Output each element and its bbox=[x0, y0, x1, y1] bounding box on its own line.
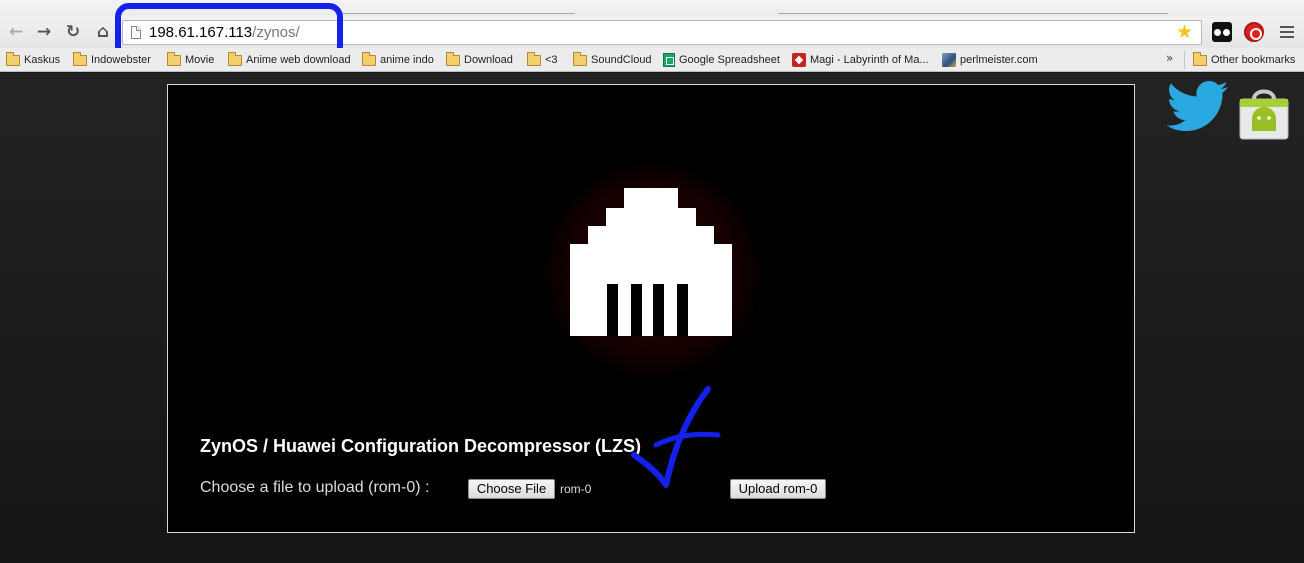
star-icon[interactable]: ★ bbox=[1176, 21, 1193, 43]
browser-toolbar: ← → ↻ ⌂ 198.61.167.113/zynos/ ★ bbox=[0, 16, 1304, 48]
bookmark-item[interactable]: perlmeister.com bbox=[942, 52, 1038, 68]
forward-arrow-icon[interactable]: → bbox=[34, 22, 54, 42]
page-content: ZynOS / Huawei Configuration Decompresso… bbox=[0, 73, 1304, 563]
page-title: ZynOS / Huawei Configuration Decompresso… bbox=[200, 436, 642, 456]
tab-edge bbox=[778, 13, 1168, 14]
upload-button[interactable]: Upload rom-0 bbox=[730, 479, 826, 499]
bookmark-label: anime indo bbox=[380, 54, 434, 66]
bookmarks-overflow-chevron[interactable]: » bbox=[1166, 51, 1173, 65]
folder-icon bbox=[167, 51, 181, 66]
bookmark-label: Movie bbox=[185, 54, 215, 66]
bookmark-item[interactable]: Indowebster bbox=[73, 51, 151, 68]
home-icon[interactable]: ⌂ bbox=[93, 22, 113, 42]
spreadsheet-icon bbox=[663, 53, 675, 67]
folder-icon bbox=[73, 51, 87, 66]
url-path: /zynos/ bbox=[252, 24, 300, 41]
selected-file-name: rom-0 bbox=[560, 482, 592, 496]
tab-edge bbox=[338, 13, 575, 14]
bookmark-label: Indowebster bbox=[91, 54, 151, 66]
bookmarks-bar: Kaskus Indowebster Movie Anime web downl… bbox=[0, 48, 1304, 72]
bookmark-label: perlmeister.com bbox=[960, 54, 1038, 66]
bookmark-item[interactable]: Kaskus bbox=[6, 51, 61, 68]
hamburger-menu-icon[interactable] bbox=[1280, 26, 1294, 38]
back-arrow-icon[interactable]: ← bbox=[6, 22, 26, 42]
window-frame bbox=[0, 0, 1304, 16]
upload-label: Choose a file to upload (rom-0) : bbox=[200, 479, 430, 496]
bookmark-item[interactable]: <3 bbox=[527, 51, 558, 68]
folder-icon bbox=[228, 51, 242, 66]
glasses-extension-icon[interactable] bbox=[1212, 22, 1232, 42]
bookmark-label: Kaskus bbox=[24, 54, 61, 66]
folder-icon bbox=[573, 51, 587, 66]
bookmark-item[interactable]: Google Spreadsheet bbox=[663, 52, 780, 68]
site-icon bbox=[942, 53, 956, 67]
bookmark-label: <3 bbox=[545, 54, 558, 66]
folder-icon bbox=[1193, 51, 1207, 66]
ethernet-port-icon bbox=[570, 188, 732, 336]
bookmark-item[interactable]: anime indo bbox=[362, 51, 434, 68]
other-bookmarks[interactable]: Other bookmarks bbox=[1193, 51, 1296, 68]
bookmark-item[interactable]: SoundCloud bbox=[573, 51, 652, 68]
bookmark-item[interactable]: Download bbox=[446, 51, 513, 68]
divider bbox=[1184, 51, 1185, 69]
folder-icon bbox=[527, 51, 541, 66]
twitter-bird-icon[interactable] bbox=[1166, 81, 1230, 137]
choose-file-button[interactable]: Choose File bbox=[468, 479, 555, 499]
bookmark-label: Download bbox=[464, 54, 513, 66]
main-panel: ZynOS / Huawei Configuration Decompresso… bbox=[167, 84, 1135, 533]
bookmark-item[interactable]: Magi - Labyrinth of Ma... bbox=[792, 52, 929, 68]
game-icon bbox=[792, 53, 806, 67]
folder-icon bbox=[6, 51, 20, 66]
url-text[interactable]: 198.61.167.113/zynos/ bbox=[149, 24, 300, 41]
address-bar[interactable]: 198.61.167.113/zynos/ ★ bbox=[122, 20, 1202, 45]
upload-form: Choose a file to upload (rom-0) : Choose… bbox=[200, 478, 1100, 500]
reload-icon[interactable]: ↻ bbox=[63, 22, 83, 42]
folder-icon bbox=[446, 51, 460, 66]
folder-icon bbox=[362, 51, 376, 66]
bookmark-label: SoundCloud bbox=[591, 54, 652, 66]
stop-extension-icon[interactable] bbox=[1244, 22, 1264, 42]
bookmark-label: Other bookmarks bbox=[1211, 54, 1296, 66]
bookmark-item[interactable]: Anime web download bbox=[228, 51, 351, 68]
url-host: 198.61.167.113 bbox=[149, 24, 253, 41]
bookmark-label: Anime web download bbox=[246, 54, 351, 66]
page-icon bbox=[131, 26, 141, 39]
bookmark-item[interactable]: Movie bbox=[167, 51, 215, 68]
bookmark-label: Magi - Labyrinth of Ma... bbox=[810, 54, 929, 66]
android-market-icon[interactable] bbox=[1236, 85, 1292, 141]
bookmark-label: Google Spreadsheet bbox=[679, 54, 780, 66]
